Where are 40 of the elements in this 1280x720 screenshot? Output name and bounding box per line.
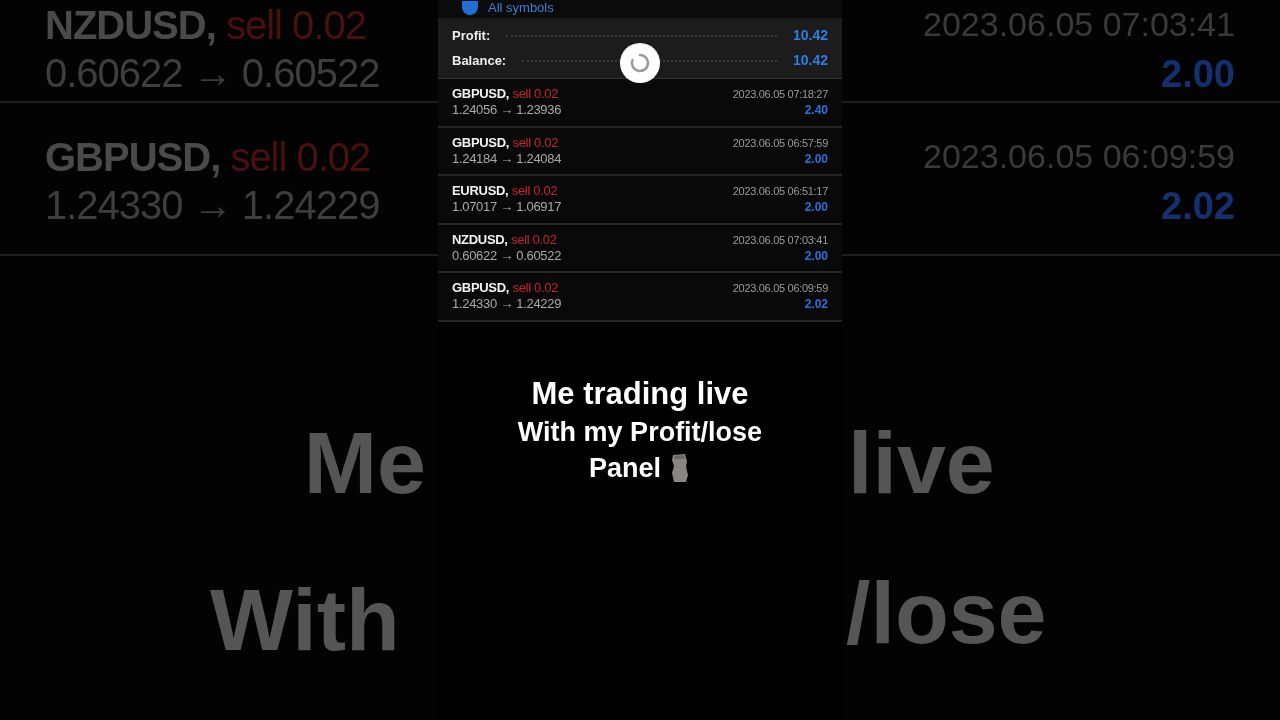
trade-prices: 0.60622 → 0.60522 bbox=[452, 247, 562, 264]
trade-profit: 2.00 bbox=[804, 247, 828, 264]
trade-profit: 2.02 bbox=[1161, 183, 1235, 229]
trade-profit: 2.00 bbox=[804, 150, 828, 167]
trade-title: GBPUSD, sell 0.02 bbox=[452, 134, 560, 151]
trade-time: 2023.06.05 06:51:17 bbox=[732, 184, 828, 200]
caption-line: Panel bbox=[588, 451, 661, 485]
trade-prices: 1.24330 → 1.24229 bbox=[45, 181, 381, 229]
trade-title: NZDUSD, sell 0.02 bbox=[45, 1, 367, 49]
trade-prices: 1.07017 → 1.06917 bbox=[452, 199, 562, 216]
caption-line: With my Profit/lose bbox=[517, 415, 763, 449]
caption-word: Me bbox=[303, 418, 426, 508]
trade-title: GBPUSD, sell 0.02 bbox=[45, 133, 372, 181]
trade-prices: 1.24056 → 1.23936 bbox=[452, 102, 562, 119]
trade-time: 2023.06.05 06:09:59 bbox=[732, 281, 828, 297]
statue-icon bbox=[669, 452, 691, 483]
filter-icon[interactable] bbox=[462, 1, 478, 15]
caption-word: With bbox=[210, 575, 401, 665]
trade-prices: 1.24184 → 1.24084 bbox=[452, 150, 562, 167]
trade-profit: 2.02 bbox=[804, 296, 828, 313]
trade-profit: 2.00 bbox=[1161, 51, 1235, 97]
caption-word: /lose bbox=[846, 568, 1048, 658]
trade-time: 2023.06.05 07:18:27 bbox=[732, 87, 828, 103]
trade-title: GBPUSD, sell 0.02 bbox=[452, 86, 560, 103]
summary-value: 10.42 bbox=[792, 26, 828, 45]
caption-line: Me trading live bbox=[531, 374, 749, 413]
trade-title: EURUSD, sell 0.02 bbox=[452, 183, 559, 200]
summary-label: Balance: bbox=[452, 51, 507, 70]
trade-title: NZDUSD, sell 0.02 bbox=[452, 231, 558, 248]
trade-title: GBPUSD, sell 0.02 bbox=[452, 280, 560, 297]
trade-prices: 0.60622 → 0.60522 bbox=[45, 49, 381, 97]
trade-profit: 2.00 bbox=[804, 199, 828, 216]
summary-label: Profit: bbox=[452, 26, 491, 45]
trade-prices: 1.24330 → 1.24229 bbox=[452, 296, 562, 313]
filter-label[interactable]: All symbols bbox=[488, 0, 554, 16]
trade-time: 2023.06.05 06:57:59 bbox=[732, 135, 828, 151]
caption-word: live bbox=[848, 418, 996, 508]
summary-value: 10.42 bbox=[792, 51, 828, 70]
trade-time: 2023.06.05 07:03:41 bbox=[732, 232, 828, 248]
trade-profit: 2.40 bbox=[804, 102, 828, 119]
